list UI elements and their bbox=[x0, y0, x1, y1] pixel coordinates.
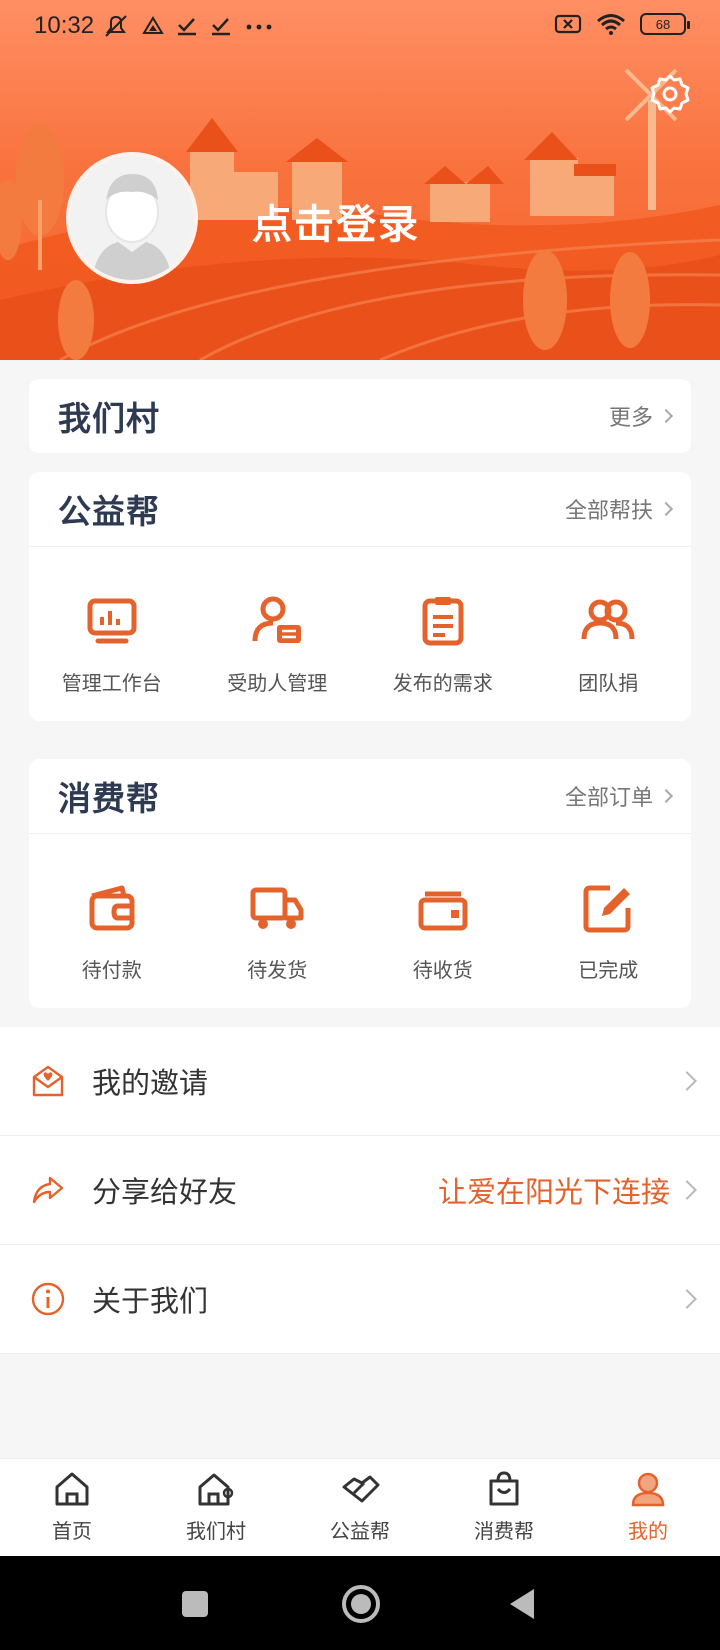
tab-label: 首页 bbox=[52, 1519, 92, 1543]
tab-consume[interactable]: 消费帮 bbox=[432, 1459, 576, 1556]
no-sim-icon bbox=[554, 14, 582, 34]
menu-item-invitation[interactable]: 我的邀请 bbox=[0, 1027, 720, 1136]
grid-label: 待收货 bbox=[412, 958, 473, 982]
grid-item-dashboard[interactable]: 管理工作台 bbox=[29, 547, 195, 717]
village-icon bbox=[198, 1473, 234, 1506]
clipboard-icon bbox=[422, 597, 464, 646]
drive-icon bbox=[142, 16, 164, 34]
info-icon bbox=[31, 1282, 65, 1316]
menu-label: 分享给好友 bbox=[92, 1175, 238, 1209]
orders-more-label: 全部订单 bbox=[564, 786, 653, 811]
chevron-right-icon bbox=[658, 501, 674, 517]
battery-indicator: 68 bbox=[640, 13, 690, 35]
tab-village[interactable]: 我们村 bbox=[144, 1459, 288, 1556]
mute-icon bbox=[105, 15, 127, 37]
grid-label: 受助人管理 bbox=[227, 671, 328, 695]
grid-item-beneficiary[interactable]: 受助人管理 bbox=[195, 547, 361, 717]
grid-item-pending-payment[interactable]: 待付款 bbox=[29, 834, 195, 1004]
menu-label: 我的邀请 bbox=[92, 1066, 209, 1100]
charity-card-title: 公益帮 bbox=[58, 492, 160, 531]
grid-label: 发布的需求 bbox=[392, 671, 493, 695]
charity-icon bbox=[342, 1475, 380, 1503]
orders-more-link[interactable]: 全部订单 bbox=[564, 780, 674, 812]
team-icon bbox=[581, 599, 635, 640]
consume-card: 消费帮 全部订单 待付款 待发货 待收货 已完成 bbox=[29, 759, 691, 1008]
chevron-right-icon bbox=[677, 1180, 697, 1200]
chevron-right-icon bbox=[658, 788, 674, 804]
share-icon bbox=[32, 1176, 64, 1204]
more-dots-icon bbox=[246, 24, 272, 30]
wifi-icon bbox=[597, 14, 625, 35]
settings-gear-icon[interactable] bbox=[648, 72, 692, 116]
chevron-right-icon bbox=[677, 1071, 697, 1091]
status-time: 10:32 bbox=[34, 12, 95, 39]
grid-label: 待发货 bbox=[247, 958, 308, 982]
tab-label: 消费帮 bbox=[474, 1519, 534, 1543]
dashboard-icon bbox=[87, 598, 137, 644]
tab-label: 公益帮 bbox=[330, 1519, 390, 1543]
grid-label: 待付款 bbox=[81, 958, 142, 982]
home-icon bbox=[55, 1472, 89, 1506]
profile-icon bbox=[631, 1472, 665, 1507]
grid-item-completed[interactable]: 已完成 bbox=[526, 834, 692, 1004]
village-card: 我们村 更多 bbox=[29, 379, 691, 453]
status-bar: 10:32 68 bbox=[0, 0, 720, 54]
menu-label: 关于我们 bbox=[92, 1284, 209, 1318]
tab-label: 我的 bbox=[628, 1519, 668, 1543]
bottom-tab-bar: 首页 我们村 公益帮 消费帮 我的 bbox=[0, 1458, 720, 1556]
edit-icon bbox=[583, 885, 631, 933]
default-avatar-icon bbox=[70, 156, 194, 280]
chevron-right-icon bbox=[658, 408, 674, 424]
village-more-link[interactable]: 更多 bbox=[608, 400, 674, 432]
shopping-bag-icon bbox=[489, 1471, 519, 1506]
village-card-title: 我们村 bbox=[58, 399, 160, 438]
back-button[interactable] bbox=[508, 1587, 538, 1621]
village-more-label: 更多 bbox=[608, 406, 653, 431]
grid-label: 团队捐 bbox=[578, 671, 639, 695]
charity-more-label: 全部帮扶 bbox=[564, 499, 653, 524]
grid-item-requests[interactable]: 发布的需求 bbox=[360, 547, 526, 717]
login-prompt[interactable]: 点击登录 bbox=[252, 192, 420, 250]
check-download-icon bbox=[178, 18, 196, 36]
inbox-icon bbox=[418, 891, 468, 931]
charity-more-link[interactable]: 全部帮扶 bbox=[564, 493, 674, 525]
grid-item-pending-shipment[interactable]: 待发货 bbox=[195, 834, 361, 1004]
tab-home[interactable]: 首页 bbox=[0, 1459, 144, 1556]
recent-apps-button[interactable] bbox=[180, 1589, 210, 1619]
tab-profile[interactable]: 我的 bbox=[576, 1459, 720, 1556]
grid-label: 已完成 bbox=[578, 958, 639, 982]
charity-card: 公益帮 全部帮扶 管理工作台 受助人管理 发布的需求 团队捐 bbox=[29, 472, 691, 721]
profile-header: 10:32 68 点击登录 bbox=[0, 0, 720, 360]
menu-item-about[interactable]: 关于我们 bbox=[0, 1245, 720, 1354]
menu-item-share[interactable]: 分享给好友 让爱在阳光下连接 bbox=[0, 1136, 720, 1245]
grid-label: 管理工作台 bbox=[61, 671, 162, 695]
chevron-right-icon bbox=[677, 1289, 697, 1309]
beneficiary-icon bbox=[252, 596, 302, 643]
tab-label: 我们村 bbox=[186, 1519, 246, 1543]
system-nav-bar bbox=[0, 1556, 720, 1650]
grid-item-pending-receipt[interactable]: 待收货 bbox=[360, 834, 526, 1004]
home-button[interactable] bbox=[340, 1583, 382, 1625]
consume-card-title: 消费帮 bbox=[58, 779, 160, 818]
tab-charity[interactable]: 公益帮 bbox=[288, 1459, 432, 1556]
grid-item-team-donation[interactable]: 团队捐 bbox=[526, 547, 692, 717]
check-download-icon bbox=[212, 18, 230, 36]
truck-icon bbox=[250, 887, 304, 929]
wallet-icon bbox=[89, 885, 135, 931]
invitation-icon bbox=[32, 1065, 64, 1097]
avatar[interactable] bbox=[66, 152, 198, 284]
settings-menu: 我的邀请 分享给好友 让爱在阳光下连接 关于我们 bbox=[0, 1027, 720, 1354]
share-slogan: 让爱在阳光下连接 bbox=[437, 1175, 670, 1209]
